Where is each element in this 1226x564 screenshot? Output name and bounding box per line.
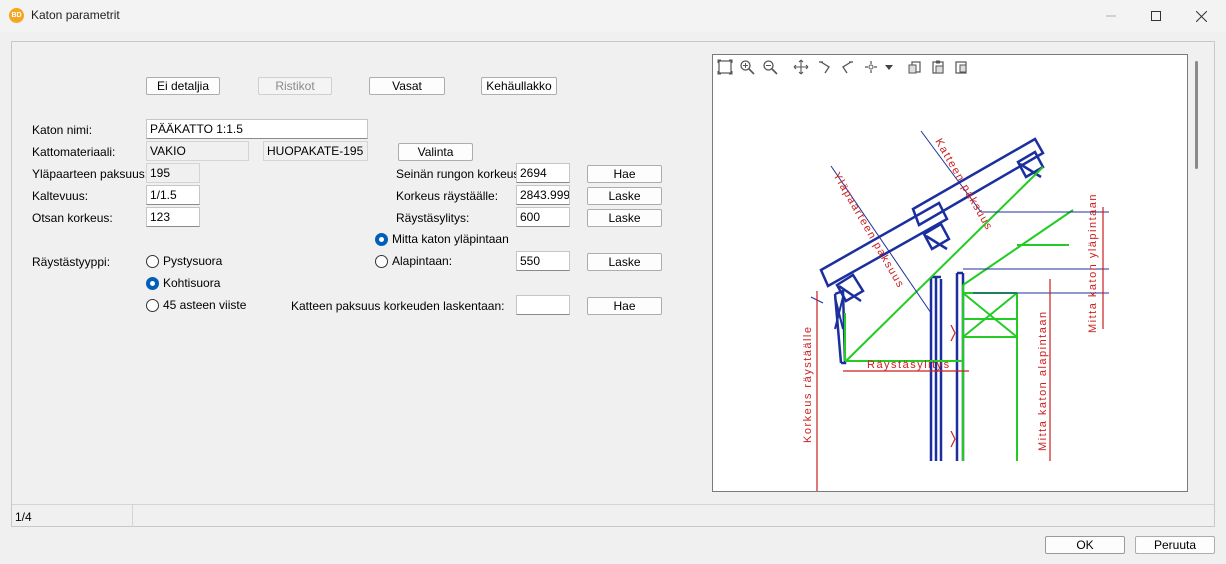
maximize-button[interactable] <box>1133 0 1179 32</box>
eave-type-perpendicular-radio[interactable]: Kohtisuora <box>146 276 220 290</box>
radio-indicator-selected <box>146 276 159 290</box>
radio-label: Pystysuora <box>163 254 223 268</box>
vertical-scrollbar[interactable] <box>1192 57 1201 487</box>
trusses-button: Ristikot <box>258 77 332 95</box>
top-chord-field: 195 <box>146 163 200 183</box>
cover-thickness-input[interactable] <box>516 295 570 315</box>
move-icon[interactable] <box>863 59 879 75</box>
select-material-button[interactable]: Valinta <box>398 143 473 161</box>
overhang-calc-button[interactable]: Laske <box>587 209 662 227</box>
eave-type-label: Räystästyyppi: <box>32 255 111 269</box>
fascia-height-input[interactable]: 123 <box>146 207 200 227</box>
material-label: Kattomateriaali: <box>32 145 116 159</box>
copy-icon[interactable] <box>907 59 923 75</box>
no-detail-button[interactable]: Ei detaljia <box>146 77 220 95</box>
cover-thickness-label: Katteen paksuus korkeuden laskentaan: <box>291 299 505 313</box>
slope-label: Kaltevuus: <box>32 189 89 203</box>
app-icon: BD <box>9 8 24 23</box>
cover-thickness-fetch-button[interactable]: Hae <box>587 297 662 315</box>
title-bar: BD Katon parametrit <box>0 0 1226 32</box>
wall-height-fetch-button[interactable]: Hae <box>587 165 662 183</box>
content-panel: Ei detaljia Ristikot Vasat Kehäullakko K… <box>11 41 1215 527</box>
eave-height-label: Korkeus räystäälle: <box>396 189 499 203</box>
close-icon <box>1195 10 1207 22</box>
eave-type-vertical-radio[interactable]: Pystysuora <box>146 254 222 268</box>
pan-icon[interactable] <box>793 59 809 75</box>
preview-toolbar <box>713 55 1187 79</box>
scrollbar-thumb[interactable] <box>1195 61 1198 169</box>
status-divider <box>132 505 133 527</box>
material-type-field: HUOPAKATE-195 <box>263 141 368 161</box>
height-to-eave-label: Korkeus räystäälle <box>802 326 814 444</box>
roof-section-drawing: Katteen paksuus Yläpaarteen paksuus Mitt… <box>802 130 1109 491</box>
wall-height-input[interactable]: 2694 <box>516 163 570 183</box>
eave-height-calc-button[interactable]: Laske <box>587 187 662 205</box>
eave-type-45-bevel-radio[interactable]: 45 asteen viiste <box>146 298 246 312</box>
top-chord-thickness-label: Yläpaarteen paksuus <box>830 171 906 291</box>
lower-surface-calc-button[interactable]: Laske <box>587 253 662 271</box>
maximize-icon <box>1151 11 1161 21</box>
roof-name-input[interactable]: PÄÄKATTO 1:1.5 <box>146 119 368 139</box>
radio-label: Alapintaan: <box>392 254 453 268</box>
roof-preview-panel: Katteen paksuus Yläpaarteen paksuus Mitt… <box>712 54 1188 492</box>
overhang-drawing-label: Räystäsylitys <box>867 359 951 371</box>
top-chord-label: Yläpaarteen paksuus: <box>32 167 149 181</box>
radio-indicator <box>375 254 388 268</box>
radio-indicator <box>146 254 159 268</box>
zoom-in-icon[interactable] <box>739 59 755 75</box>
measure-to-top-label: Mitta katon yläpintaan <box>1087 193 1099 333</box>
measure-bottom-radio[interactable]: Alapintaan: <box>375 254 452 268</box>
measure-top-radio[interactable]: Mitta katon yläpintaan <box>375 232 509 246</box>
overhang-input[interactable]: 600 <box>516 207 570 227</box>
window-title: Katon parametrit <box>31 8 120 22</box>
radio-label: Mitta katon yläpintaan <box>392 232 509 246</box>
roof-name-label: Katon nimi: <box>32 123 93 137</box>
rotate-left-icon[interactable] <box>817 59 833 75</box>
material-field: VAKIO <box>146 141 249 161</box>
measure-to-bottom-label: Mitta katon alapintaan <box>1037 310 1049 451</box>
eave-height-input[interactable]: 2843.999 <box>516 185 570 205</box>
dropdown-icon[interactable] <box>881 59 897 75</box>
minimize-button[interactable] <box>1088 0 1134 32</box>
page-indicator: 1/4 <box>15 510 32 524</box>
radio-indicator <box>146 298 159 312</box>
lower-surface-input[interactable]: 550 <box>516 251 570 271</box>
rotate-right-icon[interactable] <box>839 59 855 75</box>
minimize-icon <box>1106 15 1116 17</box>
cancel-button[interactable]: Peruuta <box>1135 536 1215 554</box>
wall-height-label: Seinän rungon korkeus: <box>396 167 523 181</box>
zoom-extents-icon[interactable] <box>717 59 733 75</box>
cover-thickness-label: Katteen paksuus <box>932 137 995 233</box>
slope-input[interactable]: 1/1.5 <box>146 185 200 205</box>
ring-beam-button[interactable]: Kehäullakko <box>481 77 557 95</box>
overhang-label: Räystäsylitys: <box>396 211 470 225</box>
radio-label: 45 asteen viiste <box>163 298 247 312</box>
radio-label: Kohtisuora <box>163 276 221 290</box>
rafters-button[interactable]: Vasat <box>369 77 445 95</box>
radio-indicator-selected <box>375 232 388 246</box>
ok-button[interactable]: OK <box>1045 536 1125 554</box>
close-button[interactable] <box>1178 0 1224 32</box>
fascia-height-label: Otsan korkeus: <box>32 211 113 225</box>
status-bar: 1/4 <box>12 504 1214 527</box>
export-icon[interactable] <box>953 59 969 75</box>
paste-icon[interactable] <box>930 59 946 75</box>
zoom-out-icon[interactable] <box>762 59 778 75</box>
